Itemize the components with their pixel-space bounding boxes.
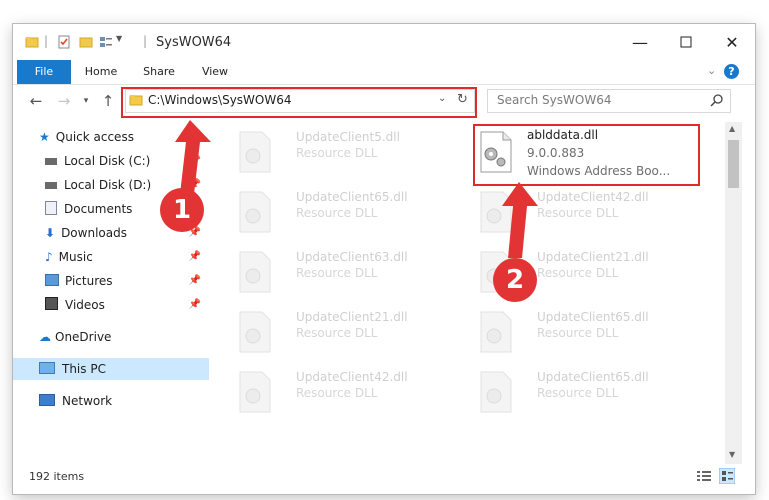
tab-home[interactable]: Home [75, 60, 127, 84]
up-button[interactable]: ↑ [97, 91, 119, 111]
dll-file-icon [480, 191, 512, 233]
drive-icon [45, 158, 57, 165]
maximize-button[interactable] [663, 24, 709, 60]
dll-file-icon [239, 131, 271, 173]
scroll-down-icon[interactable]: ▼ [729, 450, 735, 459]
downloads-icon: ⬇ [45, 226, 56, 240]
tab-view[interactable]: View [191, 60, 239, 84]
documents-icon [45, 201, 57, 215]
step-1-badge: 1 [160, 188, 204, 232]
sidebar-item-onedrive[interactable]: ☁ OneDrive [39, 326, 207, 348]
videos-icon [45, 297, 58, 310]
address-highlight-box [121, 87, 477, 118]
pictures-icon [45, 274, 59, 286]
forward-button[interactable]: → [53, 91, 75, 111]
customize-icon[interactable] [99, 35, 113, 49]
sidebar-item-network[interactable]: Network [39, 390, 207, 412]
cloud-icon: ☁ [39, 330, 51, 344]
separator: | [143, 34, 148, 48]
ribbon: File Home Share View ⌄ ? [13, 60, 755, 85]
computer-icon [39, 362, 55, 374]
star-icon: ★ [39, 130, 50, 144]
sidebar-item-quick-access[interactable]: ★ Quick access [39, 126, 207, 148]
step-2-badge: 2 [493, 258, 537, 302]
list-item[interactable]: UpdateClient65.dll Resource DLL [236, 186, 456, 240]
folder-icon [25, 37, 39, 48]
tiles-view-icon[interactable] [719, 468, 735, 484]
list-item[interactable]: UpdateClient5.dll Resource DLL [236, 126, 456, 180]
dropdown-icon[interactable]: ▼ [116, 34, 122, 43]
list-item[interactable]: UpdateClient42.dll Resource DLL [477, 186, 697, 240]
status-bar: 192 items [13, 464, 755, 494]
close-button[interactable]: ✕ [709, 24, 755, 60]
list-item[interactable]: UpdateClient42.dll Resource DLL [236, 366, 456, 420]
new-folder-icon[interactable] [79, 35, 93, 49]
vertical-scrollbar[interactable]: ▲ ▼ [725, 122, 742, 464]
window-title: SysWOW64 [156, 35, 232, 50]
dll-file-icon [239, 191, 271, 233]
sidebar-item-local-disk-c[interactable]: Local Disk (C:) 📌 [45, 150, 207, 172]
properties-icon[interactable] [57, 35, 71, 49]
list-item[interactable]: UpdateClient65.dll Resource DLL [477, 306, 697, 360]
network-icon [39, 394, 55, 406]
pin-icon: 📌 [188, 275, 201, 286]
list-item[interactable]: UpdateClient65.dll Resource DLL [477, 366, 697, 420]
file-highlight-box [473, 124, 700, 186]
navigation-pane: ★ Quick access Local Disk (C:) 📌 Local Dis… [13, 122, 209, 462]
sidebar-item-music[interactable]: ♪ Music 📌 [45, 246, 207, 268]
pin-icon: 📌 [188, 299, 201, 310]
sidebar-item-videos[interactable]: Videos 📌 [45, 294, 207, 316]
dll-file-icon [239, 371, 271, 413]
search-box[interactable]: Search SysWOW64 [487, 89, 731, 113]
title-bar: | ▼ | SysWOW64 — ✕ [13, 24, 755, 60]
dll-file-icon [480, 311, 512, 353]
separator: | [44, 34, 49, 48]
scrollbar-thumb[interactable] [728, 140, 739, 188]
music-icon: ♪ [45, 250, 53, 264]
list-item[interactable]: UpdateClient21.dll Resource DLL [236, 306, 456, 360]
minimize-button[interactable]: — [617, 24, 663, 60]
search-icon[interactable] [710, 94, 724, 108]
pin-icon: 📌 [188, 155, 201, 166]
tab-share[interactable]: Share [133, 60, 185, 84]
tab-file[interactable]: File [17, 60, 71, 84]
dll-file-icon [480, 371, 512, 413]
help-icon[interactable]: ? [724, 64, 739, 79]
drive-icon [45, 182, 57, 189]
chevron-down-icon[interactable]: ⌄ [707, 64, 716, 77]
recent-locations-button[interactable]: ▾ [75, 91, 97, 111]
sidebar-item-pictures[interactable]: Pictures 📌 [45, 270, 207, 292]
maximize-icon [680, 36, 692, 48]
sidebar-item-this-pc[interactable]: This PC [13, 358, 209, 380]
dll-file-icon [239, 251, 271, 293]
details-view-icon[interactable] [697, 470, 711, 482]
search-input[interactable]: Search SysWOW64 [497, 93, 611, 107]
back-button[interactable]: ← [25, 91, 47, 111]
list-item[interactable]: UpdateClient63.dll Resource DLL [236, 246, 456, 300]
scroll-up-icon[interactable]: ▲ [729, 124, 735, 133]
dll-file-icon [239, 311, 271, 353]
pin-icon: 📌 [188, 251, 201, 262]
item-count: 192 items [29, 470, 85, 483]
